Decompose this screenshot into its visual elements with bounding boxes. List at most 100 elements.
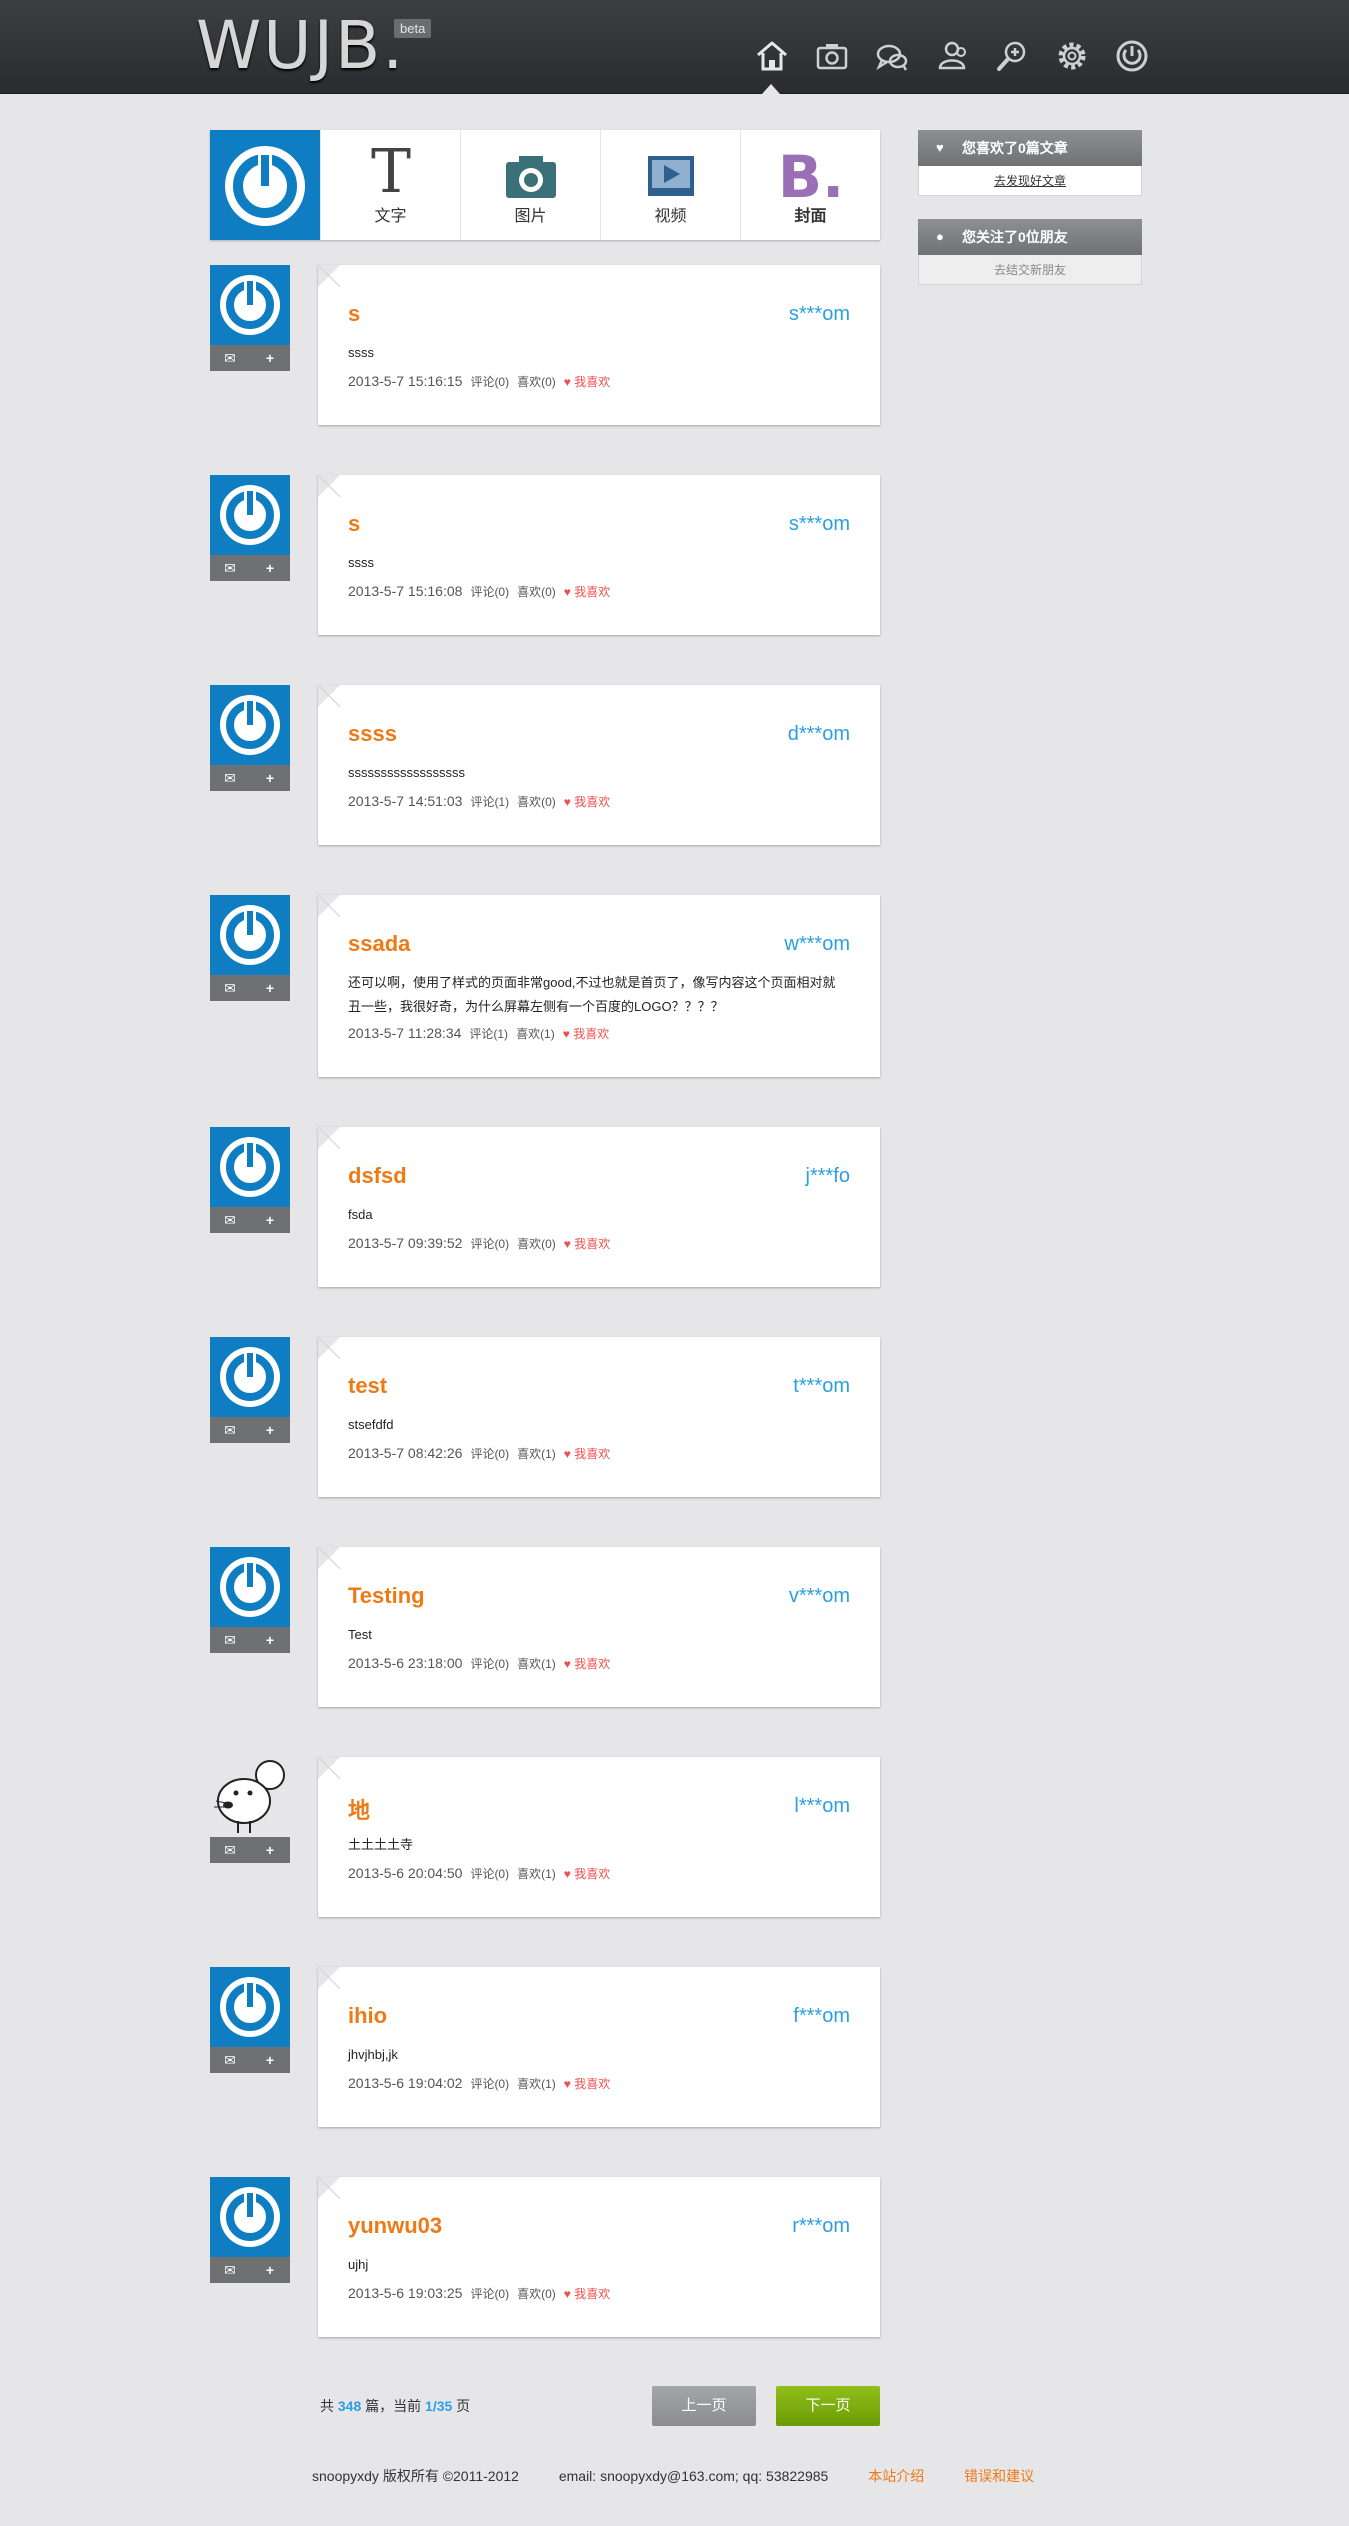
search-icon[interactable] (992, 36, 1032, 76)
compose-video-button[interactable]: 视频 (600, 130, 740, 240)
post-title[interactable]: ssss (348, 721, 397, 747)
compose-text-button[interactable]: T 文字 (320, 130, 460, 240)
follow-plus-icon[interactable]: + (250, 1417, 290, 1443)
mail-icon[interactable]: ✉ (210, 1207, 250, 1233)
like-button[interactable]: ♥ 我喜欢 (564, 375, 610, 389)
total-posts: 348 (337, 2398, 362, 2414)
author-avatar[interactable] (210, 1337, 290, 1417)
power-icon[interactable] (1112, 36, 1152, 76)
settings-icon[interactable] (1052, 36, 1092, 76)
users-icon[interactable] (932, 36, 972, 76)
post-author[interactable]: f***om (793, 2005, 850, 2028)
follow-plus-icon[interactable]: + (250, 1837, 290, 1863)
like-button[interactable]: ♥ 我喜欢 (564, 1237, 610, 1251)
like-button[interactable]: ♥ 我喜欢 (564, 2077, 610, 2091)
like-button[interactable]: ♥ 我喜欢 (564, 585, 610, 599)
follow-plus-icon[interactable]: + (250, 765, 290, 791)
camera-icon[interactable] (812, 36, 852, 76)
discover-articles-link[interactable]: 去发现好文章 (994, 174, 1066, 188)
post-title[interactable]: ihio (348, 2003, 387, 2029)
nav-active-indicator (762, 84, 780, 94)
post-title[interactable]: s (348, 301, 360, 327)
card-corner-fold-edge (318, 1967, 340, 1989)
follow-plus-icon[interactable]: + (250, 555, 290, 581)
like-button[interactable]: ♥ 我喜欢 (564, 1447, 610, 1461)
like-button[interactable]: ♥ 我喜欢 (564, 1867, 610, 1881)
like-button[interactable]: ♥ 我喜欢 (564, 2287, 610, 2301)
mail-icon[interactable]: ✉ (210, 765, 250, 791)
author-avatar-column: ✉ + (210, 1967, 290, 2073)
post-title[interactable]: ssada (348, 931, 410, 957)
footer-copyright: snoopyxdy 版权所有 ©2011-2012 (312, 2468, 519, 2484)
footer-feedback-link[interactable]: 错误和建议 (964, 2468, 1034, 2484)
comments-count[interactable]: 评论(0) (470, 585, 509, 599)
comments-count[interactable]: 评论(0) (470, 375, 509, 389)
post-author[interactable]: s***om (789, 303, 850, 326)
avatar-actions: ✉ + (210, 345, 290, 371)
follow-plus-icon[interactable]: + (250, 1627, 290, 1653)
author-avatar[interactable] (210, 1127, 290, 1207)
post-title[interactable]: test (348, 1373, 387, 1399)
comments-count[interactable]: 评论(0) (470, 1867, 509, 1881)
mail-icon[interactable]: ✉ (210, 2257, 250, 2283)
follow-plus-icon[interactable]: + (250, 345, 290, 371)
home-icon[interactable] (752, 36, 792, 76)
follow-plus-icon[interactable]: + (250, 2047, 290, 2073)
chat-icon[interactable] (872, 36, 912, 76)
post-title[interactable]: s (348, 511, 360, 537)
mail-icon[interactable]: ✉ (210, 2047, 250, 2073)
comments-count[interactable]: 评论(0) (470, 2287, 509, 2301)
compose-cover-button[interactable]: B. 封面 (740, 130, 880, 240)
post-card: ssada w***om 还可以啊，使用了样式的页面非常good,不过也就是首页了，… (318, 895, 880, 1077)
find-friends-link[interactable]: 去结交新朋友 (994, 263, 1066, 277)
author-avatar[interactable] (210, 475, 290, 555)
prev-page-button[interactable]: 上一页 (652, 2386, 756, 2426)
compose-image-button[interactable]: 图片 (460, 130, 600, 240)
post-title[interactable]: Testing (348, 1583, 425, 1609)
comments-count[interactable]: 评论(1) (469, 1027, 508, 1041)
follow-plus-icon[interactable]: + (250, 1207, 290, 1233)
footer-about-link[interactable]: 本站介绍 (868, 2468, 924, 2484)
post-title[interactable]: yunwu03 (348, 2213, 442, 2239)
post-title[interactable]: dsfsd (348, 1163, 407, 1189)
post-author[interactable]: r***om (792, 2215, 850, 2238)
follows-widget: ● 您关注了0位朋友 去结交新朋友 (918, 219, 1142, 285)
mail-icon[interactable]: ✉ (210, 555, 250, 581)
comments-count[interactable]: 评论(0) (470, 2077, 509, 2091)
post-author[interactable]: d***om (788, 723, 850, 746)
like-button[interactable]: ♥ 我喜欢 (564, 795, 610, 809)
mail-icon[interactable]: ✉ (210, 975, 250, 1001)
mail-icon[interactable]: ✉ (210, 1417, 250, 1443)
follow-plus-icon[interactable]: + (250, 2257, 290, 2283)
post-title[interactable]: 地 (348, 1793, 370, 1825)
post-author[interactable]: s***om (789, 513, 850, 536)
author-avatar[interactable] (210, 895, 290, 975)
author-avatar[interactable] (210, 685, 290, 765)
post-author[interactable]: t***om (793, 1375, 850, 1398)
comments-count[interactable]: 评论(0) (470, 1657, 509, 1671)
next-page-button[interactable]: 下一页 (776, 2386, 880, 2426)
mail-icon[interactable]: ✉ (210, 345, 250, 371)
author-avatar[interactable] (210, 265, 290, 345)
post-item: ✉ + ihio f***om jhvjhbj,jk 2013-5-6 19:04:02 评… (210, 1967, 880, 2127)
author-avatar[interactable] (210, 2177, 290, 2257)
author-avatar[interactable] (210, 1757, 290, 1837)
card-corner-fold-edge (318, 1127, 340, 1149)
post-author[interactable]: j***fo (806, 1165, 850, 1188)
comments-count[interactable]: 评论(0) (470, 1447, 509, 1461)
post-author[interactable]: w***om (784, 933, 850, 956)
mail-icon[interactable]: ✉ (210, 1837, 250, 1863)
like-button[interactable]: ♥ 我喜欢 (563, 1027, 609, 1041)
site-logo[interactable]: WUJB. (196, 6, 405, 86)
follow-plus-icon[interactable]: + (250, 975, 290, 1001)
likes-widget: ♥ 您喜欢了0篇文章 去发现好文章 (918, 130, 1142, 196)
post-author[interactable]: l***om (794, 1795, 850, 1818)
post-author[interactable]: v***om (789, 1585, 850, 1608)
author-avatar[interactable] (210, 1547, 290, 1627)
comments-count[interactable]: 评论(0) (470, 1237, 509, 1251)
like-button[interactable]: ♥ 我喜欢 (564, 1657, 610, 1671)
current-user-avatar[interactable] (210, 130, 320, 240)
author-avatar[interactable] (210, 1967, 290, 2047)
mail-icon[interactable]: ✉ (210, 1627, 250, 1653)
comments-count[interactable]: 评论(1) (470, 795, 509, 809)
